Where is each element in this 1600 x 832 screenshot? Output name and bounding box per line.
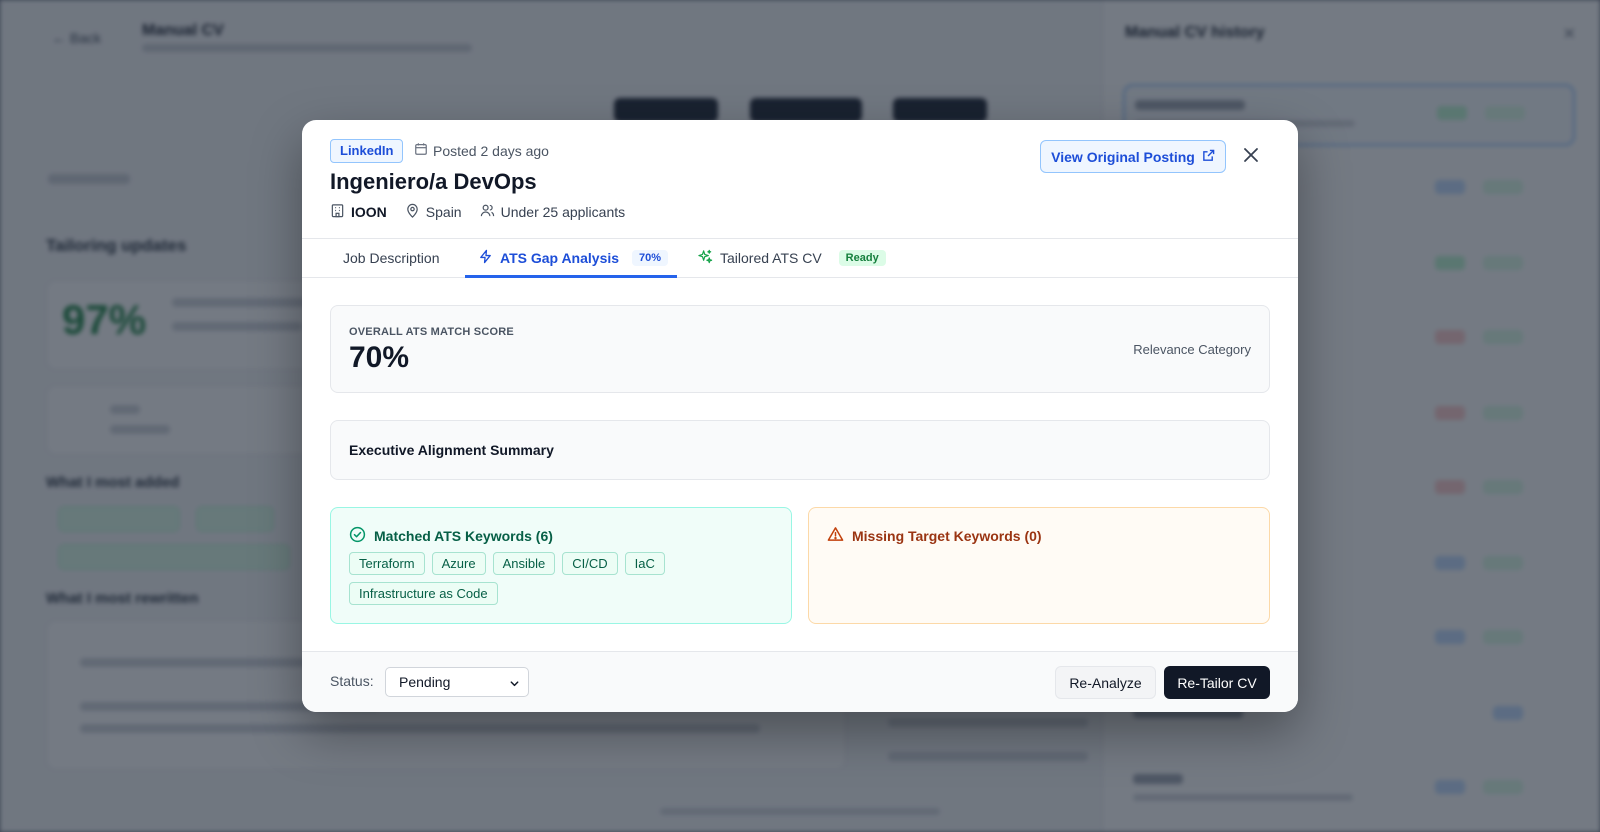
modal-header: LinkedIn Posted 2 days ago Ingeniero/a D… bbox=[302, 120, 1298, 239]
ats-gap-analysis-panel: OVERALL ATS MATCH SCORE 70% Relevance Ca… bbox=[302, 278, 1298, 651]
applicants: Under 25 applicants bbox=[480, 203, 626, 221]
close-button[interactable] bbox=[1240, 146, 1262, 168]
match-percent-badge: 70% bbox=[632, 250, 669, 266]
executive-summary-card[interactable]: Executive Alignment Summary bbox=[330, 420, 1270, 480]
sparkles-icon bbox=[698, 249, 713, 267]
source-badge: LinkedIn bbox=[330, 139, 404, 163]
location-text: Spain bbox=[425, 204, 462, 220]
relevance-category-label: Relevance Category bbox=[1133, 342, 1251, 357]
summary-title: Executive Alignment Summary bbox=[349, 442, 554, 458]
re-analyze-button[interactable]: Re-Analyze bbox=[1055, 666, 1156, 699]
keyword-chip: Infrastructure as Code bbox=[349, 582, 498, 605]
posted-date: Posted 2 days ago bbox=[414, 142, 549, 159]
calendar-icon bbox=[414, 142, 428, 159]
ready-badge: Ready bbox=[838, 250, 886, 266]
status-label: Status: bbox=[330, 673, 374, 689]
score-value: 70% bbox=[349, 341, 410, 374]
applicants-text: Under 25 applicants bbox=[500, 204, 626, 220]
tab-label: Tailored ATS CV bbox=[720, 250, 822, 266]
matched-keyword-list: Terraform Azure Ansible CI/CD IaC Infras… bbox=[349, 552, 779, 605]
status-select[interactable]: Pending bbox=[385, 667, 529, 697]
status-value: Pending bbox=[399, 674, 451, 690]
tab-ats-gap-analysis[interactable]: ATS Gap Analysis 70% bbox=[478, 239, 669, 277]
missing-keywords-title: Missing Target Keywords (0) bbox=[827, 526, 1042, 546]
users-icon bbox=[480, 203, 495, 221]
tab-label: Job Description bbox=[343, 250, 440, 266]
keyword-chip: Terraform bbox=[349, 552, 425, 575]
warning-triangle-icon bbox=[827, 526, 844, 546]
location: Spain bbox=[405, 203, 462, 221]
view-posting-label: View Original Posting bbox=[1051, 148, 1195, 165]
keyword-chip: Ansible bbox=[492, 552, 556, 575]
keyword-chip: Azure bbox=[431, 552, 486, 575]
keyword-chip: CI/CD bbox=[562, 552, 618, 575]
company-name: IOON bbox=[351, 204, 387, 220]
close-icon bbox=[1243, 147, 1259, 168]
map-pin-icon bbox=[405, 203, 420, 221]
view-original-posting-button[interactable]: View Original Posting bbox=[1040, 140, 1226, 173]
missing-title-text: Missing Target Keywords (0) bbox=[852, 528, 1042, 544]
matched-keywords-card: Matched ATS Keywords (6) Terraform Azure… bbox=[330, 507, 792, 624]
ats-score-card: OVERALL ATS MATCH SCORE 70% Relevance Ca… bbox=[330, 305, 1270, 393]
modal-tabs: Job Description ATS Gap Analysis 70% Tai… bbox=[302, 239, 1298, 278]
job-detail-modal: LinkedIn Posted 2 days ago Ingeniero/a D… bbox=[302, 120, 1298, 712]
matched-keywords-title: Matched ATS Keywords (6) bbox=[349, 526, 553, 546]
score-label: OVERALL ATS MATCH SCORE bbox=[349, 326, 514, 338]
job-title: Ingeniero/a DevOps bbox=[330, 169, 537, 194]
posted-text: Posted 2 days ago bbox=[433, 142, 549, 159]
company: IOON bbox=[330, 203, 387, 221]
building-icon bbox=[330, 203, 345, 221]
keyword-chip: IaC bbox=[624, 552, 665, 575]
bolt-icon bbox=[478, 249, 493, 267]
tab-job-description[interactable]: Job Description bbox=[343, 239, 440, 277]
chevron-down-icon bbox=[510, 681, 519, 687]
modal-footer: Status: Pending Re-Analyze Re-Tailor CV bbox=[302, 651, 1298, 712]
matched-title-text: Matched ATS Keywords (6) bbox=[374, 528, 553, 544]
missing-keywords-card: Missing Target Keywords (0) bbox=[808, 507, 1270, 624]
external-link-icon bbox=[1202, 149, 1215, 165]
check-circle-icon bbox=[349, 526, 366, 546]
job-meta-row: IOON Spain Under 25 applicants bbox=[330, 203, 625, 221]
tab-tailored-ats-cv[interactable]: Tailored ATS CV Ready bbox=[698, 239, 886, 277]
tab-label: ATS Gap Analysis bbox=[500, 250, 620, 266]
re-tailor-cv-button[interactable]: Re-Tailor CV bbox=[1164, 666, 1270, 699]
